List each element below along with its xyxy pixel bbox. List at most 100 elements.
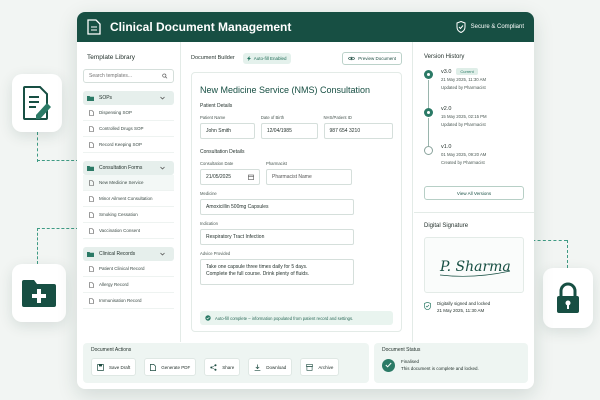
download-button[interactable]: Download — [248, 358, 293, 376]
version-item[interactable]: v3.0 Current 21 May 2025, 11:30 AM Update… — [424, 68, 524, 108]
preview-document-button[interactable]: Preview Document — [342, 51, 402, 65]
lock-icon — [557, 282, 579, 313]
calendar-icon[interactable] — [248, 174, 254, 180]
timeline-line — [428, 118, 429, 146]
advice-textarea[interactable]: Take one capsule three times daily for 5… — [200, 259, 354, 285]
template-label: Allergy Record — [99, 282, 129, 287]
template-item[interactable]: Smoking Cessation — [83, 207, 174, 223]
version-number: v1.0 — [441, 144, 452, 150]
template-item[interactable]: Minor Ailment Consultation — [83, 191, 174, 207]
file-icon — [89, 141, 94, 148]
document-builder: Document Builder Auto-fill Enabled Previ… — [181, 42, 413, 342]
pharmacist-field[interactable]: Pharmacist Name — [266, 169, 352, 185]
file-icon — [89, 125, 94, 132]
chevron-down-icon — [160, 96, 165, 100]
autofill-badge: Auto-fill Enabled — [242, 52, 291, 64]
patient-row: Patient Name John Smith Date of Birth 12… — [200, 115, 393, 139]
folder-icon — [87, 166, 94, 171]
consult-date-value: 21/05/2025 — [206, 174, 232, 180]
chevron-down-icon — [160, 252, 165, 256]
patient-id-field[interactable]: 987 654 3210 — [323, 123, 393, 139]
search-box[interactable] — [83, 69, 174, 83]
connector-line — [37, 228, 38, 264]
indication-field[interactable]: Respiratory Tract Infection — [200, 229, 354, 245]
current-badge: Current — [456, 68, 478, 75]
group-label: SOPs — [99, 95, 113, 101]
save-icon — [97, 363, 104, 371]
version-item[interactable]: v2.0 15 May 2025, 02:15 PM Updated by Ph… — [424, 106, 524, 146]
template-item[interactable]: Record Keeping SOP — [83, 137, 174, 153]
medicine-label: Medicine — [200, 191, 217, 196]
folder-icon — [87, 252, 94, 257]
template-item[interactable]: Vaccination Consent — [83, 223, 174, 239]
group-sops[interactable]: SOPs — [83, 91, 174, 105]
medicine-field[interactable]: Amoxicillin 500mg Capsules — [200, 199, 354, 215]
pharmacist-label: Pharmacist — [266, 161, 287, 166]
notice-text: Auto-fill complete – information populat… — [215, 315, 354, 321]
patient-name-field[interactable]: John Smith — [200, 123, 255, 139]
version-date: 21 May 2025, 11:30 AM — [441, 77, 487, 82]
template-item[interactable]: Allergy Record — [83, 277, 174, 293]
version-author: Created by Pharmacist — [441, 160, 485, 165]
archive-icon — [306, 363, 314, 371]
document-title: New Medicine Service (NMS) Consultation — [200, 85, 371, 95]
folder-plus-icon — [22, 280, 56, 307]
view-all-versions-button[interactable]: View All Versions — [424, 186, 524, 200]
archive-label: Archive — [318, 364, 334, 370]
advice-label: Advice Provided — [200, 251, 231, 256]
group-label: Consultation Forms — [99, 165, 143, 171]
template-item[interactable]: Patient Clinical Record — [83, 261, 174, 277]
file-icon — [89, 195, 94, 202]
group-label: Clinical Records — [99, 251, 136, 257]
save-draft-button[interactable]: Save Draft — [91, 358, 137, 376]
version-date: 15 May 2025, 02:15 PM — [441, 114, 487, 119]
group-clinical-records[interactable]: Clinical Records — [83, 247, 174, 261]
version-author: Updated by Pharmacist — [441, 122, 486, 127]
app-window: Clinical Document Management Secure & Co… — [77, 12, 534, 389]
template-label: Dispensing SOP — [99, 110, 133, 115]
folder-icon — [87, 96, 94, 101]
signed-date: 21 May 2025, 11:30 AM — [437, 307, 485, 313]
template-label: Patient Clinical Record — [99, 266, 145, 271]
template-item[interactable]: Immunisation Record — [83, 293, 174, 309]
document-edit-icon — [23, 86, 51, 120]
patient-name-label: Patient Name — [200, 115, 226, 120]
document-form: New Medicine Service (NMS) Consultation … — [191, 72, 402, 332]
dob-label: Date of Birth — [260, 115, 285, 120]
app-title: Clinical Document Management — [110, 20, 292, 34]
file-icon — [89, 265, 94, 272]
search-input[interactable] — [89, 73, 163, 79]
template-label: Minor Ailment Consultation — [99, 196, 153, 201]
version-dot — [424, 108, 433, 117]
template-item[interactable]: Dispensing SOP — [83, 105, 174, 121]
lightning-icon — [246, 55, 251, 61]
consult-date-field[interactable]: 21/05/2025 — [200, 169, 260, 185]
file-pdf-icon — [150, 363, 157, 371]
group-consultation-forms[interactable]: Consultation Forms — [83, 161, 174, 175]
template-item[interactable]: Controlled Drugs SOP — [83, 121, 174, 137]
divider — [414, 212, 534, 213]
check-circle-icon — [205, 315, 211, 321]
timeline-line — [428, 80, 429, 108]
signed-line: Digitally signed and locked — [437, 301, 491, 306]
version-item[interactable]: v1.0 01 May 2025, 09:20 AM Created by Ph… — [424, 144, 524, 182]
patient-details-heading: Patient Details — [200, 103, 233, 109]
generate-pdf-button[interactable]: Generate PDF — [144, 358, 197, 376]
consultation-details-heading: Consultation Details — [200, 149, 245, 155]
file-icon — [89, 227, 94, 234]
version-number: v2.0 — [441, 106, 452, 112]
archive-button[interactable]: Archive — [300, 358, 340, 376]
file-icon — [89, 281, 94, 288]
template-item-active[interactable]: New Medicine Service — [83, 175, 174, 191]
generate-pdf-label: Generate PDF — [161, 364, 191, 370]
file-icon — [89, 211, 94, 218]
connector-line — [567, 240, 568, 268]
download-label: Download — [266, 364, 287, 370]
signature-image: P. Sharma — [439, 259, 511, 277]
version-dot-current — [424, 70, 433, 79]
dob-field[interactable]: 12/04/1985 — [260, 123, 318, 139]
version-date: 01 May 2025, 09:20 AM — [441, 152, 487, 157]
share-button[interactable]: Share — [204, 358, 241, 376]
consult-row: Consultation Date 21/05/2025 Pharmacist … — [200, 161, 393, 185]
check-circle-icon — [382, 358, 395, 372]
